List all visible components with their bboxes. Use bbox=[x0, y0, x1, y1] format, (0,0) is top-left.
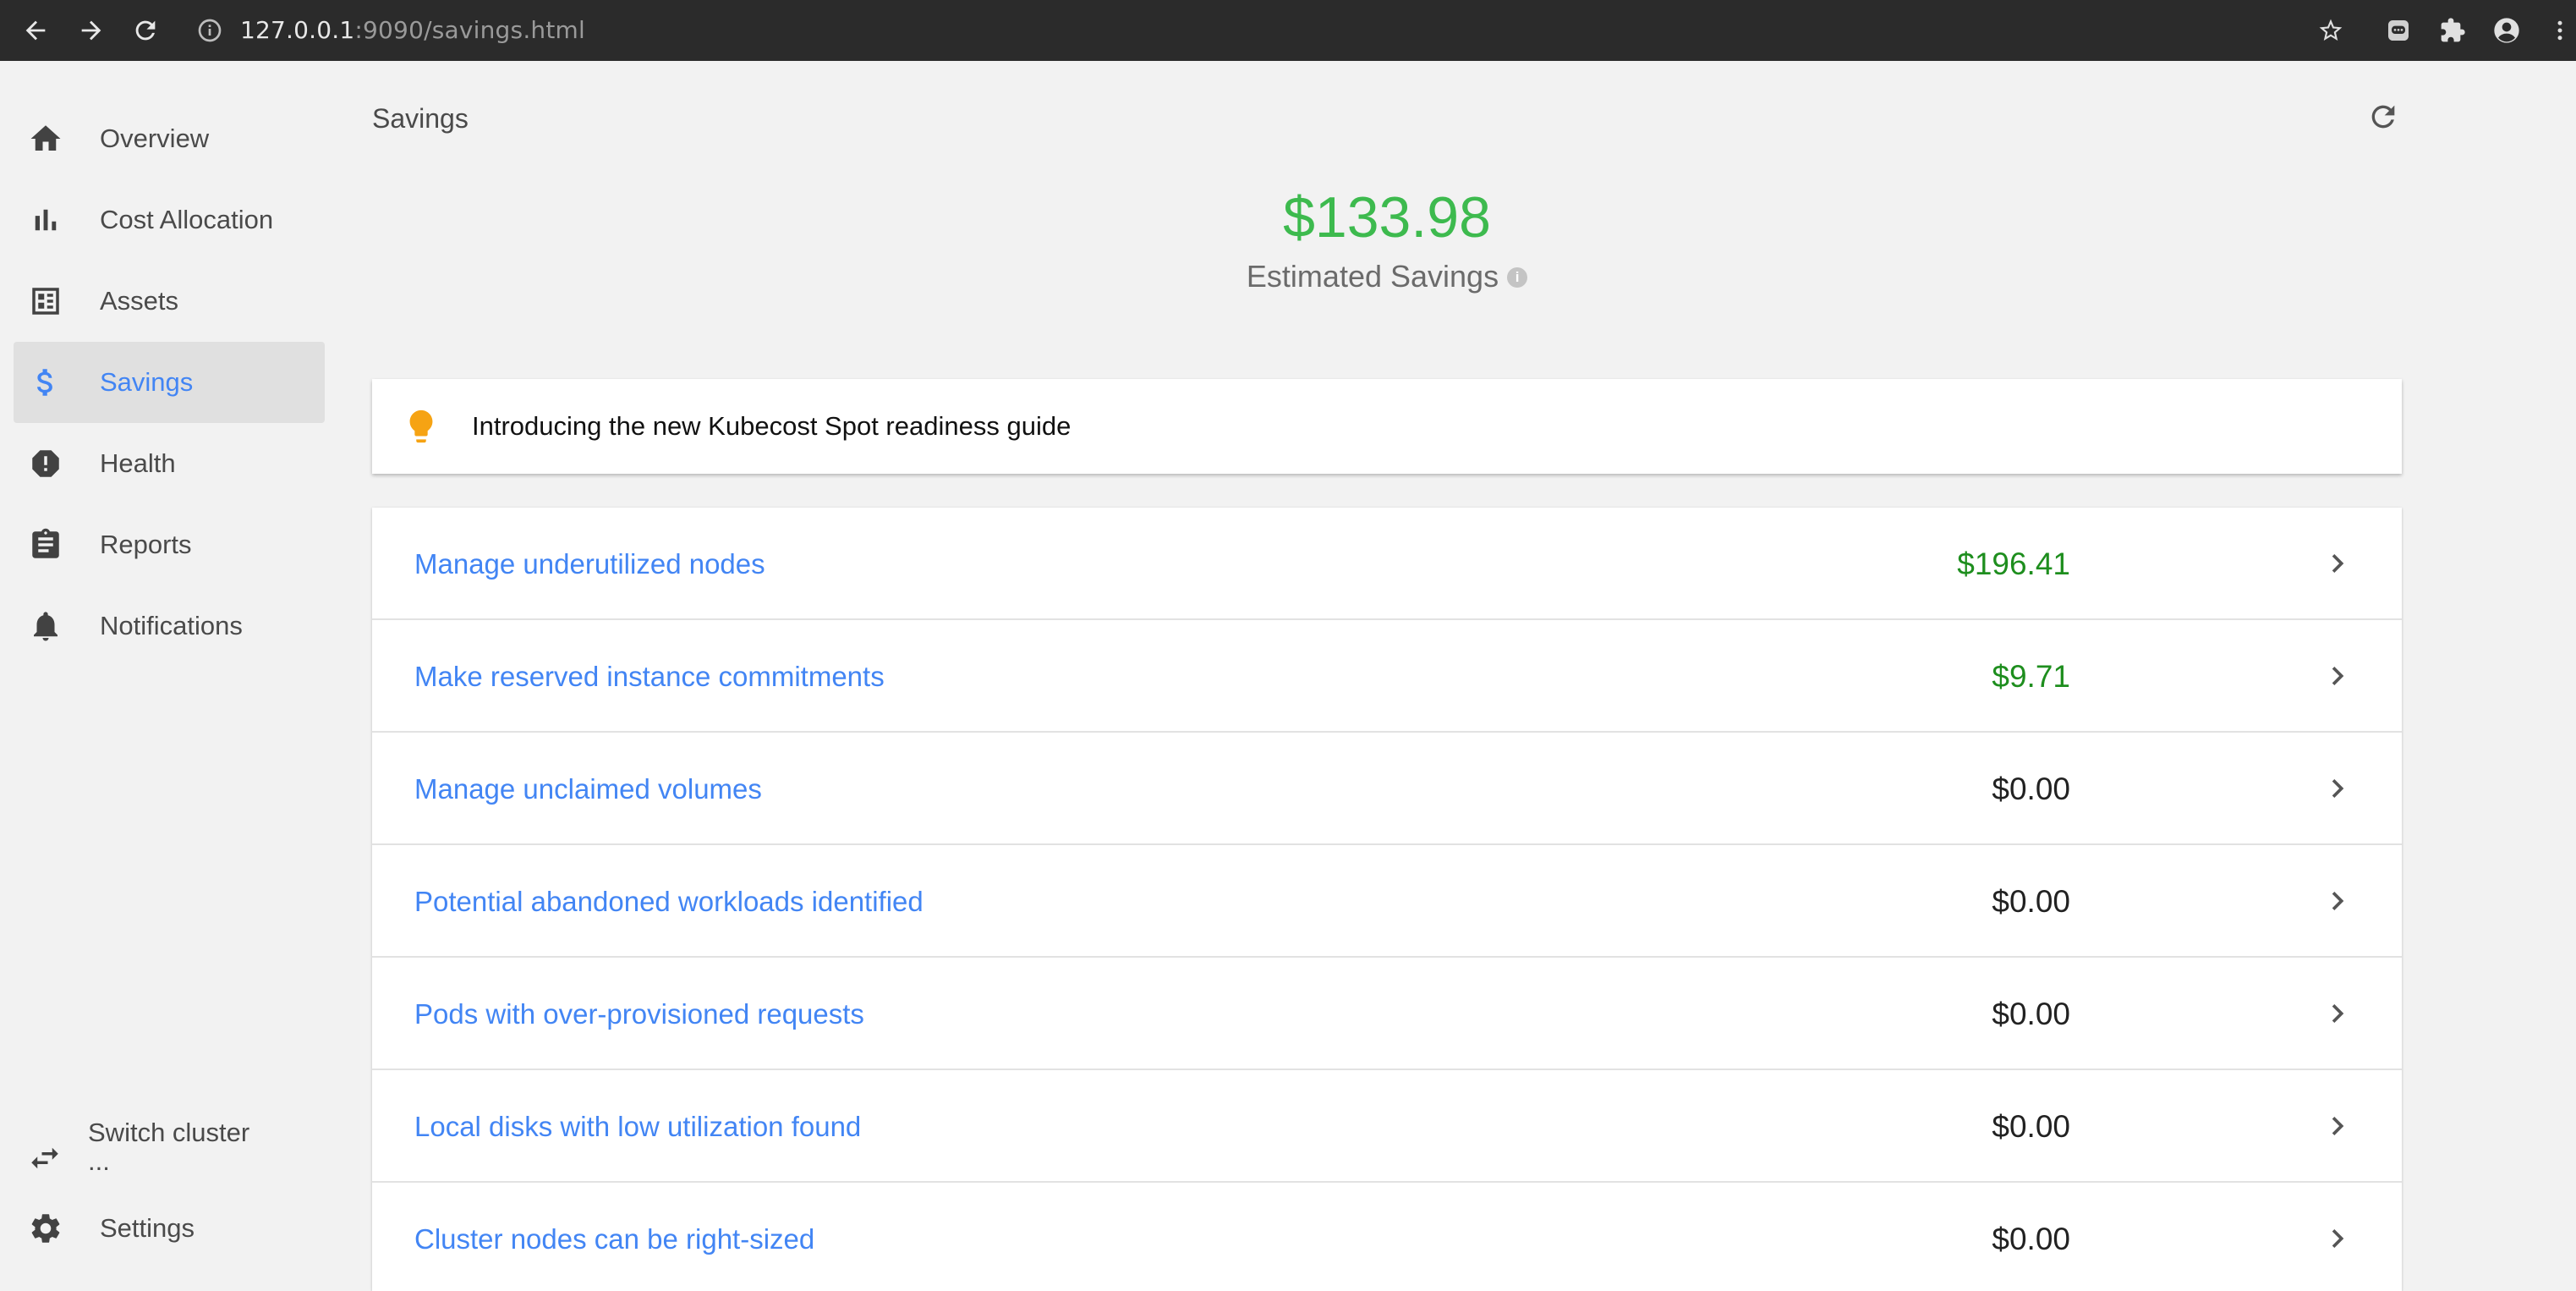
chevron-right-icon[interactable] bbox=[2319, 995, 2356, 1032]
sidebar-item-savings[interactable]: Savings bbox=[14, 342, 325, 423]
sidebar-item-health[interactable]: Health bbox=[14, 423, 325, 504]
puzzle-icon bbox=[2441, 18, 2465, 42]
sidebar-item-label: Health bbox=[100, 448, 176, 478]
extensions-menu-button[interactable] bbox=[2434, 12, 2471, 49]
chevron-right-icon[interactable] bbox=[2319, 545, 2356, 582]
forward-icon bbox=[81, 20, 101, 41]
sidebar-item-notifications[interactable]: Notifications bbox=[14, 585, 325, 667]
extension-icon bbox=[2388, 20, 2409, 41]
star-icon bbox=[2319, 19, 2343, 41]
profile-icon bbox=[2494, 18, 2519, 43]
sidebar-item-assets[interactable]: Assets bbox=[14, 261, 325, 342]
browser-menu-button[interactable] bbox=[2547, 12, 2573, 49]
chevron-right-icon[interactable] bbox=[2319, 1220, 2356, 1257]
total-savings-value: $133.98 bbox=[1283, 185, 1491, 250]
bar-chart-icon bbox=[27, 201, 64, 239]
refresh-button[interactable] bbox=[2361, 95, 2405, 139]
url-path: :9090/savings.html bbox=[354, 16, 585, 44]
profile-button[interactable] bbox=[2488, 12, 2525, 49]
bell-icon bbox=[27, 607, 64, 645]
forward-button[interactable] bbox=[71, 10, 112, 51]
recommendation-amount: $9.71 bbox=[1992, 659, 2070, 694]
recommendation-amount: $0.00 bbox=[1992, 1109, 2070, 1144]
sidebar-item-cost-allocation[interactable]: Cost Allocation bbox=[14, 179, 325, 261]
recommendation-label[interactable]: Manage underutilized nodes bbox=[414, 508, 765, 620]
sidebar-item-label: Savings bbox=[100, 367, 194, 397]
banner-text: Introducing the new Kubecost Spot readin… bbox=[472, 411, 1072, 441]
spot-readiness-banner[interactable]: Introducing the new Kubecost Spot readin… bbox=[372, 379, 2402, 474]
recommendation-label[interactable]: Pods with over-provisioned requests bbox=[414, 958, 864, 1070]
sidebar-item-label: Cost Allocation bbox=[100, 205, 274, 234]
recommendation-amount: $0.00 bbox=[1992, 884, 2070, 919]
sidebar-item-settings[interactable]: Settings bbox=[14, 1188, 325, 1269]
extension-button[interactable] bbox=[2380, 12, 2417, 49]
chevron-right-icon[interactable] bbox=[2319, 882, 2356, 920]
reload-button[interactable] bbox=[125, 10, 166, 51]
menu-icon bbox=[2557, 20, 2562, 41]
recommendation-label[interactable]: Cluster nodes can be right-sized bbox=[414, 1183, 814, 1291]
recommendation-row[interactable]: Cluster nodes can be right-sized $0.00 bbox=[372, 1183, 2402, 1291]
recommendation-label[interactable]: Manage unclaimed volumes bbox=[414, 733, 762, 845]
recommendation-row[interactable]: Local disks with low utilization found $… bbox=[372, 1070, 2402, 1183]
sidebar-item-reports[interactable]: Reports bbox=[14, 504, 325, 585]
recommendation-label[interactable]: Local disks with low utilization found bbox=[414, 1070, 861, 1183]
sidebar-item-label: Reports bbox=[100, 530, 192, 559]
home-icon bbox=[27, 120, 64, 157]
recommendation-label[interactable]: Potential abandoned workloads identified bbox=[414, 845, 924, 958]
site-info-icon[interactable] bbox=[196, 17, 223, 44]
clipboard-icon bbox=[27, 526, 64, 563]
url-host: 127.0.0.1 bbox=[240, 16, 355, 44]
address-bar[interactable]: 127.0.0.1:9090/savings.html bbox=[240, 12, 585, 49]
sidebar: Overview Cost Allocation Assets Savings … bbox=[0, 61, 338, 1291]
recommendation-amount: $0.00 bbox=[1992, 997, 2070, 1031]
recommendations-list: Manage underutilized nodes $196.41 Make … bbox=[372, 508, 2402, 1291]
dollar-icon bbox=[27, 364, 64, 401]
recommendation-row[interactable]: Pods with over-provisioned requests $0.0… bbox=[372, 958, 2402, 1070]
chevron-right-icon[interactable] bbox=[2319, 1107, 2356, 1145]
page-title: Savings bbox=[372, 103, 469, 134]
sidebar-item-overview[interactable]: Overview bbox=[14, 98, 325, 179]
sidebar-item-label: Notifications bbox=[100, 611, 243, 640]
reload-icon bbox=[135, 20, 156, 41]
recommendation-amount: $0.00 bbox=[1992, 772, 2070, 806]
browser-toolbar: 127.0.0.1:9090/savings.html bbox=[0, 0, 2576, 61]
recommendation-row[interactable]: Manage underutilized nodes $196.41 bbox=[372, 508, 2402, 620]
swap-icon bbox=[27, 1140, 64, 1178]
alert-icon bbox=[27, 445, 64, 482]
assets-icon bbox=[27, 283, 64, 320]
refresh-icon bbox=[2371, 105, 2395, 129]
recommendation-row[interactable]: Manage unclaimed volumes $0.00 bbox=[372, 733, 2402, 845]
total-savings-label-text: Estimated Savings bbox=[1246, 259, 1499, 294]
gear-icon bbox=[27, 1210, 64, 1247]
switch-cluster-label: Switch cluster bbox=[88, 1118, 250, 1147]
recommendation-amount: $0.00 bbox=[1992, 1222, 2070, 1256]
chevron-right-icon[interactable] bbox=[2319, 770, 2356, 807]
recommendation-amount: $196.41 bbox=[1957, 547, 2070, 581]
recommendation-row[interactable]: Potential abandoned workloads identified… bbox=[372, 845, 2402, 958]
lightbulb-icon bbox=[401, 404, 441, 448]
recommendation-label[interactable]: Make reserved instance commitments bbox=[414, 620, 885, 733]
sidebar-item-label: Assets bbox=[100, 286, 179, 316]
bookmark-button[interactable] bbox=[2312, 12, 2349, 49]
chevron-right-icon[interactable] bbox=[2319, 657, 2356, 695]
switch-cluster-sub: ... bbox=[88, 1146, 110, 1176]
recommendation-row[interactable]: Make reserved instance commitments $9.71 bbox=[372, 620, 2402, 733]
total-savings-label: Estimated Savings i bbox=[372, 259, 2402, 294]
sidebar-item-label: Overview bbox=[100, 124, 210, 153]
sidebar-item-label: Settings bbox=[100, 1213, 195, 1243]
back-button[interactable] bbox=[15, 10, 56, 51]
back-icon bbox=[25, 20, 46, 41]
info-icon[interactable]: i bbox=[1507, 267, 1528, 288]
